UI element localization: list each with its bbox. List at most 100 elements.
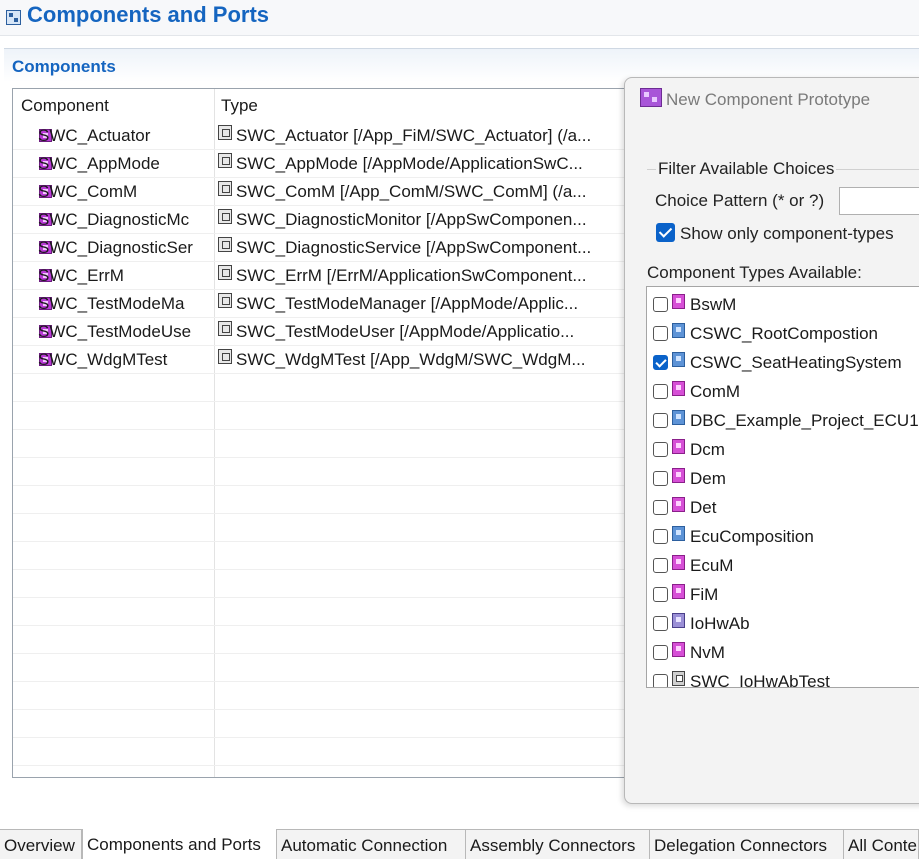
table-row[interactable]: SWC_TestModeMa SWC_TestModeManager [/AppM…	[13, 290, 641, 318]
item-checkbox[interactable]	[653, 500, 668, 515]
bsw-module-icon	[672, 294, 685, 309]
list-item[interactable]: Dcm	[647, 434, 919, 463]
list-item[interactable]: IoHwAb	[647, 608, 919, 637]
item-label[interactable]: NvM	[690, 643, 725, 663]
application-swc-type-icon	[218, 181, 232, 196]
item-checkbox[interactable]	[653, 326, 668, 341]
bsw-module-icon	[672, 381, 685, 396]
item-label[interactable]: EcuM	[690, 556, 733, 576]
components-table[interactable]: Component Type SWC_Actuator SWC_Actuator …	[12, 88, 642, 778]
table-row-empty	[13, 374, 641, 402]
column-header-component[interactable]: Component	[21, 96, 109, 116]
type-cell[interactable]: SWC_ErrM [/ErrM/ApplicationSwComponent..…	[236, 266, 636, 286]
item-checkbox[interactable]	[653, 616, 668, 631]
filter-group-legend: Filter Available Choices	[656, 159, 837, 179]
table-row-empty	[13, 458, 641, 486]
item-label[interactable]: SWC_IoHwAbTest	[690, 672, 830, 687]
type-cell[interactable]: SWC_WdgMTest [/App_WdgM/SWC_WdgM...	[236, 350, 636, 370]
item-label[interactable]: ComM	[690, 382, 740, 402]
component-cell[interactable]: SWC_WdgMTest	[38, 350, 214, 370]
item-checkbox[interactable]	[653, 587, 668, 602]
list-item[interactable]: NvM	[647, 637, 919, 666]
list-item[interactable]: CSWC_RootCompostion	[647, 318, 919, 347]
item-checkbox[interactable]	[653, 355, 668, 370]
item-label[interactable]: CSWC_SeatHeatingSystem	[690, 353, 902, 373]
list-item[interactable]: Dem	[647, 463, 919, 492]
component-types-available-label: Component Types Available:	[647, 263, 862, 282]
list-item[interactable]: BswM	[647, 289, 919, 318]
component-cell[interactable]: SWC_DiagnosticSer	[38, 238, 214, 258]
component-cell[interactable]: SWC_ErrM	[38, 266, 214, 286]
component-cell[interactable]: SWC_DiagnosticMc	[38, 210, 214, 230]
item-checkbox[interactable]	[653, 529, 668, 544]
table-row[interactable]: SWC_DiagnosticMc SWC_DiagnosticMonitor [/…	[13, 206, 641, 234]
item-checkbox[interactable]	[653, 471, 668, 486]
table-row-empty	[13, 430, 641, 458]
table-row[interactable]: SWC_ComM SWC_ComM [/App_ComM/SWC_ComM] (/…	[13, 178, 641, 206]
list-item[interactable]: EcuM	[647, 550, 919, 579]
table-row[interactable]: SWC_DiagnosticSer SWC_DiagnosticService […	[13, 234, 641, 262]
table-row-empty	[13, 654, 641, 682]
list-item[interactable]: CSWC_SeatHeatingSystem	[647, 347, 919, 376]
tab-automatic-connection[interactable]: Automatic Connection	[277, 830, 466, 859]
table-row[interactable]: SWC_TestModeUse SWC_TestModeUser [/AppMod…	[13, 318, 641, 346]
bsw-module-icon	[672, 555, 685, 570]
item-checkbox[interactable]	[653, 645, 668, 660]
item-label[interactable]: DBC_Example_Project_ECU1	[690, 411, 919, 431]
application-swc-type-icon	[218, 125, 232, 140]
table-row[interactable]: SWC_WdgMTest SWC_WdgMTest [/App_WdgM/SWC_…	[13, 346, 641, 374]
tab-overview[interactable]: Overview	[0, 830, 82, 859]
section-title: Components	[12, 57, 116, 76]
list-item[interactable]: EcuComposition	[647, 521, 919, 550]
page-title: Components and Ports	[27, 2, 270, 27]
item-checkbox[interactable]	[653, 674, 668, 687]
list-item[interactable]: SWC_IoHwAbTest	[647, 666, 919, 687]
item-label[interactable]: FiM	[690, 585, 718, 605]
table-row-empty	[13, 486, 641, 514]
component-cell[interactable]: SWC_TestModeUse	[38, 322, 214, 342]
item-checkbox[interactable]	[653, 297, 668, 312]
tab-assembly-connectors[interactable]: Assembly Connectors	[466, 830, 650, 859]
item-checkbox[interactable]	[653, 558, 668, 573]
item-label[interactable]: Dem	[690, 469, 726, 489]
choice-pattern-input[interactable]	[839, 187, 919, 215]
type-cell[interactable]: SWC_DiagnosticService [/AppSwComponent..…	[236, 238, 636, 258]
list-item[interactable]: FiM	[647, 579, 919, 608]
component-cell[interactable]: SWC_ComM	[38, 182, 214, 202]
component-cell[interactable]: SWC_Actuator	[38, 126, 214, 146]
item-label[interactable]: IoHwAb	[690, 614, 750, 634]
type-cell[interactable]: SWC_TestModeUser [/AppMode/Applicatio...	[236, 322, 636, 342]
type-cell[interactable]: SWC_DiagnosticMonitor [/AppSwComponen...	[236, 210, 636, 230]
show-only-component-types-label[interactable]: Show only component-types	[680, 224, 894, 244]
column-header-type[interactable]: Type	[221, 96, 258, 116]
table-row[interactable]: SWC_Actuator SWC_Actuator [/App_FiM/SWC_A…	[13, 122, 641, 150]
bsw-module-icon	[672, 584, 685, 599]
item-label[interactable]: Det	[690, 498, 716, 518]
component-cell[interactable]: SWC_TestModeMa	[38, 294, 214, 314]
item-checkbox[interactable]	[653, 442, 668, 457]
item-label[interactable]: BswM	[690, 295, 736, 315]
item-checkbox[interactable]	[653, 413, 668, 428]
item-label[interactable]: EcuComposition	[690, 527, 814, 547]
type-cell[interactable]: SWC_ComM [/App_ComM/SWC_ComM] (/a...	[236, 182, 636, 202]
bsw-module-icon	[672, 468, 685, 483]
component-types-list[interactable]: BswM CSWC_RootCompostion CSWC_SeatHeatingS…	[646, 286, 919, 688]
table-row[interactable]: SWC_ErrM SWC_ErrM [/ErrM/ApplicationSwCom…	[13, 262, 641, 290]
component-cell[interactable]: SWC_AppMode	[38, 154, 214, 174]
show-only-component-types-checkbox[interactable]	[656, 223, 675, 242]
item-checkbox[interactable]	[653, 384, 668, 399]
list-item[interactable]: DBC_Example_Project_ECU1	[647, 405, 919, 434]
list-item[interactable]: ComM	[647, 376, 919, 405]
table-header: Component Type	[13, 89, 641, 119]
table-row[interactable]: SWC_AppMode SWC_AppMode [/AppMode/Applica…	[13, 150, 641, 178]
type-cell[interactable]: SWC_TestModeManager [/AppMode/Applic...	[236, 294, 636, 314]
table-row-empty	[13, 710, 641, 738]
tab-components-and-ports[interactable]: Components and Ports	[82, 829, 277, 859]
item-label[interactable]: CSWC_RootCompostion	[690, 324, 878, 344]
type-cell[interactable]: SWC_Actuator [/App_FiM/SWC_Actuator] (/a…	[236, 126, 636, 146]
tab-delegation-connectors[interactable]: Delegation Connectors	[650, 830, 844, 859]
item-label[interactable]: Dcm	[690, 440, 725, 460]
list-item[interactable]: Det	[647, 492, 919, 521]
type-cell[interactable]: SWC_AppMode [/AppMode/ApplicationSwC...	[236, 154, 636, 174]
tab-all-conte[interactable]: All Conte	[844, 830, 919, 859]
